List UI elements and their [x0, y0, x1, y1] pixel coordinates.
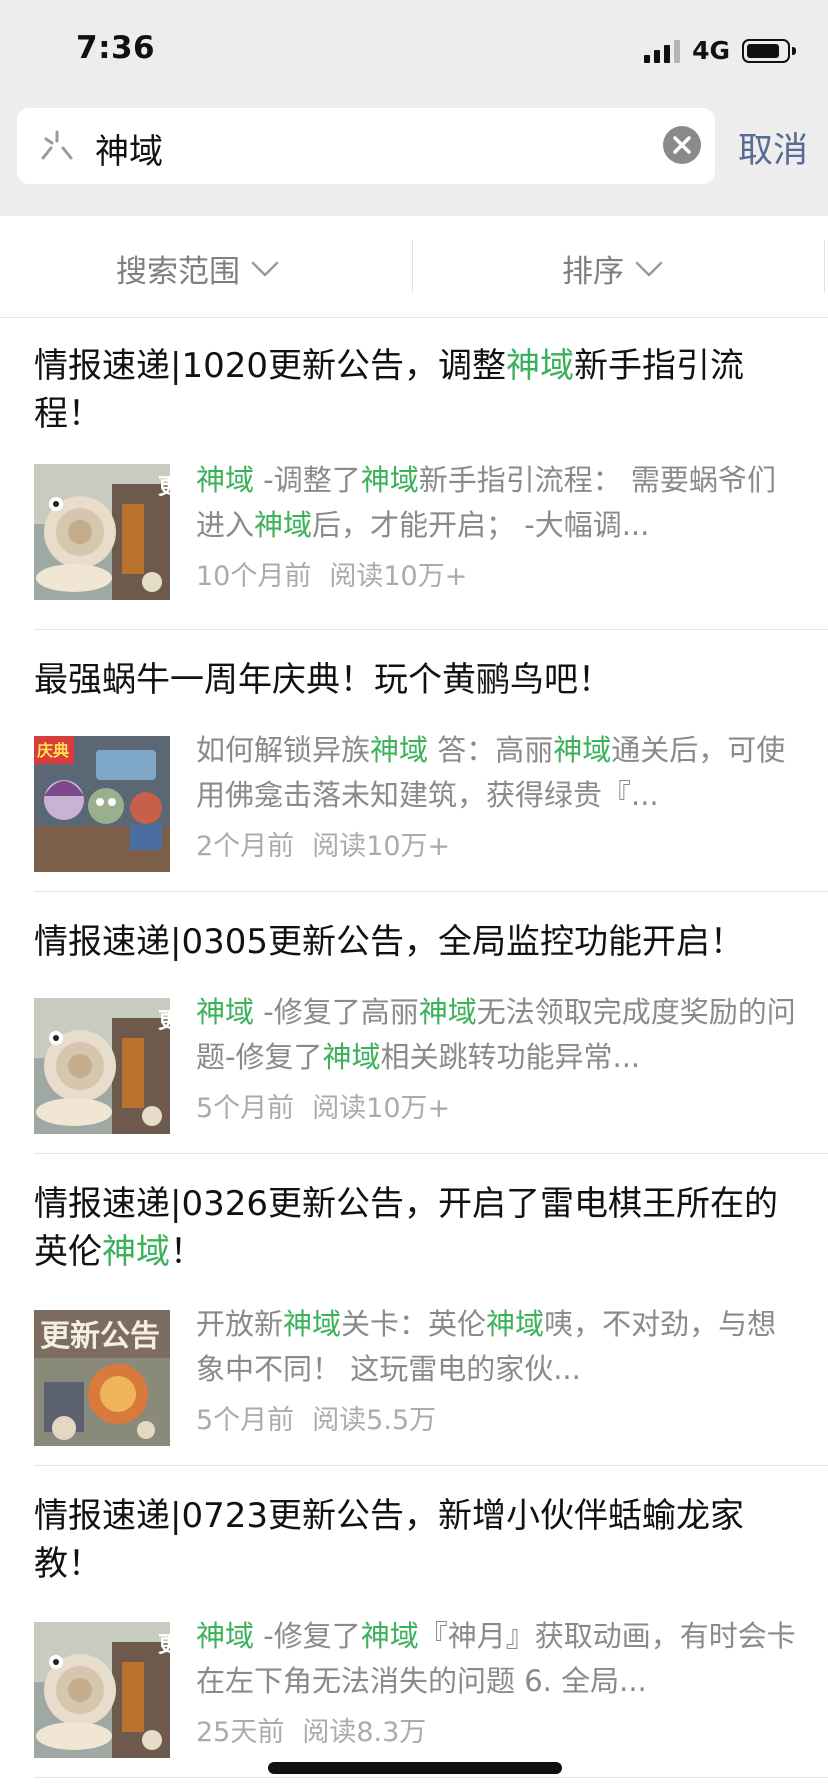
text-run: 如何解锁异族: [196, 733, 371, 767]
result-item[interactable]: 情报速递|0326更新公告，开启了雷电棋王所在的英伦神域！ 更新公告 开放新神域…: [0, 1154, 828, 1466]
result-time: 2个月前: [196, 831, 295, 862]
result-item[interactable]: 情报速递|0723更新公告，新增小伙伴蛞蝓龙家教！ 更 神域 -修复了神域『神月…: [0, 1466, 828, 1778]
result-title: 最强蜗牛一周年庆典！玩个黄鹂鸟吧！: [34, 656, 794, 704]
filter-sort-label: 排序: [562, 254, 624, 290]
text-run: 最强蜗牛一周年庆典！玩个黄鹂鸟吧！: [34, 660, 612, 700]
svg-text:更新公告: 更新公告: [40, 1320, 160, 1353]
filter-divider: [412, 240, 413, 292]
highlighted-keyword: 神域: [486, 1307, 545, 1341]
highlighted-keyword: 神域: [360, 463, 419, 497]
text-run: -调整了: [254, 463, 361, 497]
result-reads: 阅读10万+: [312, 831, 451, 862]
highlighted-keyword: 神域: [370, 733, 429, 767]
highlighted-keyword: 神域: [102, 1232, 170, 1272]
result-snippet: 神域 -修复了高丽神域无法领取完成度奖励的问题-修复了神域相关跳转功能异常...: [196, 990, 800, 1080]
chevron-down-icon: [635, 261, 663, 276]
filter-scope-label: 搜索范围: [116, 254, 240, 290]
result-reads: 阅读10万+: [329, 561, 468, 592]
result-snippet: 神域 -修复了神域『神月』获取动画，有时会卡在左下角无法消失的问题 6. 全局.…: [196, 1614, 800, 1704]
result-title: 情报速递|0326更新公告，开启了雷电棋王所在的英伦神域！: [34, 1180, 794, 1276]
status-time: 7:36: [76, 30, 156, 66]
filter-scope[interactable]: 搜索范围: [116, 246, 280, 291]
top-bar: 7:36 4G 神域 取消: [0, 0, 828, 216]
result-thumbnail: 更: [34, 998, 170, 1134]
result-time: 25天前: [196, 1717, 285, 1748]
text-run: 情报速递|0723更新公告，新增小伙伴蛞蝓龙家教！: [34, 1496, 744, 1584]
result-item[interactable]: 情报速递|0305更新公告，全局监控功能开启！ 更 神域 -修复了高丽神域无法领…: [0, 892, 828, 1154]
result-title: 情报速递|0723更新公告，新增小伙伴蛞蝓龙家教！: [34, 1492, 794, 1588]
result-meta: 5个月前 阅读10万+: [196, 1086, 450, 1125]
svg-text:更: 更: [158, 1008, 170, 1033]
result-snippet: 开放新神域关卡：英伦神域咦，不对劲，与想象中不同！ 这玩雷电的家伙...: [196, 1302, 800, 1392]
highlighted-keyword: 神域: [196, 1619, 255, 1653]
text-run: -修复了高丽: [254, 995, 419, 1029]
result-reads: 阅读8.3万: [302, 1717, 427, 1748]
highlighted-keyword: 神域: [322, 1040, 381, 1074]
result-title: 情报速递|1020更新公告，调整神域新手指引流程！: [34, 342, 794, 438]
home-indicator: [268, 1762, 562, 1774]
search-bar[interactable]: 神域: [17, 108, 715, 184]
text-run: -修复了: [254, 1619, 361, 1653]
status-indicators: 4G: [644, 36, 796, 65]
text-run: 后，才能开启； -大幅调...: [312, 508, 650, 542]
text-run: 相关跳转功能异常...: [380, 1040, 641, 1074]
search-icon: [41, 130, 73, 160]
result-meta: 2个月前 阅读10万+: [196, 824, 450, 863]
search-input[interactable]: 神域: [95, 124, 163, 173]
svg-text:庆典: 庆典: [36, 741, 69, 760]
result-meta: 10个月前 阅读10万+: [196, 554, 467, 593]
result-item[interactable]: 最强蜗牛一周年庆典！玩个黄鹂鸟吧！ 庆典 如何解锁异族神域 答：高丽神域通关后，…: [0, 630, 828, 892]
result-thumbnail: 更: [34, 1622, 170, 1758]
filter-bar: 搜索范围 排序: [0, 216, 828, 318]
highlighted-keyword: 神域: [196, 463, 255, 497]
svg-text:更: 更: [158, 1632, 170, 1657]
chevron-down-icon: [251, 261, 279, 276]
divider: [34, 1777, 828, 1778]
result-title: 情报速递|0305更新公告，全局监控功能开启！: [34, 918, 794, 966]
battery-icon: [742, 38, 796, 63]
highlighted-keyword: 神域: [360, 1619, 419, 1653]
clear-icon[interactable]: [663, 126, 701, 164]
cancel-button[interactable]: 取消: [738, 122, 808, 173]
result-time: 5个月前: [196, 1093, 295, 1124]
highlighted-keyword: 神域: [505, 346, 574, 386]
filter-divider: [824, 240, 825, 292]
result-reads: 阅读5.5万: [312, 1405, 437, 1436]
svg-text:更: 更: [158, 474, 170, 499]
result-item[interactable]: 情报速递|1020更新公告，调整神域新手指引流程！ 更 神域 -调整了神域新手指…: [0, 318, 828, 630]
highlighted-keyword: 神域: [254, 508, 313, 542]
network-type: 4G: [692, 36, 730, 65]
text-run: ！: [170, 1232, 204, 1272]
result-thumbnail: 更新公告: [34, 1310, 170, 1446]
result-reads: 阅读10万+: [312, 1093, 451, 1124]
text-run: 关卡：英伦: [341, 1307, 487, 1341]
text-run: 答：高丽: [428, 733, 554, 767]
text-run: 开放新: [196, 1307, 284, 1341]
cellular-signal-icon: [644, 39, 681, 63]
filter-sort[interactable]: 排序: [562, 246, 664, 291]
text-run: 情报速递|1020更新公告，调整: [34, 346, 506, 386]
highlighted-keyword: 神域: [283, 1307, 342, 1341]
result-snippet: 神域 -调整了神域新手指引流程： 需要蜗爷们进入神域后，才能开启； -大幅调..…: [196, 458, 800, 548]
text-run: 情报速递|0305更新公告，全局监控功能开启！: [34, 922, 744, 962]
highlighted-keyword: 神域: [418, 995, 477, 1029]
result-meta: 5个月前 阅读5.5万: [196, 1398, 436, 1437]
result-thumbnail: 庆典: [34, 736, 170, 872]
result-thumbnail: 更: [34, 464, 170, 600]
result-time: 10个月前: [196, 561, 312, 592]
result-meta: 25天前 阅读8.3万: [196, 1710, 426, 1749]
result-snippet: 如何解锁异族神域 答：高丽神域通关后，可使用佛龛击落未知建筑，获得绿贵『...: [196, 728, 800, 818]
highlighted-keyword: 神域: [196, 995, 255, 1029]
result-time: 5个月前: [196, 1405, 295, 1436]
highlighted-keyword: 神域: [553, 733, 612, 767]
